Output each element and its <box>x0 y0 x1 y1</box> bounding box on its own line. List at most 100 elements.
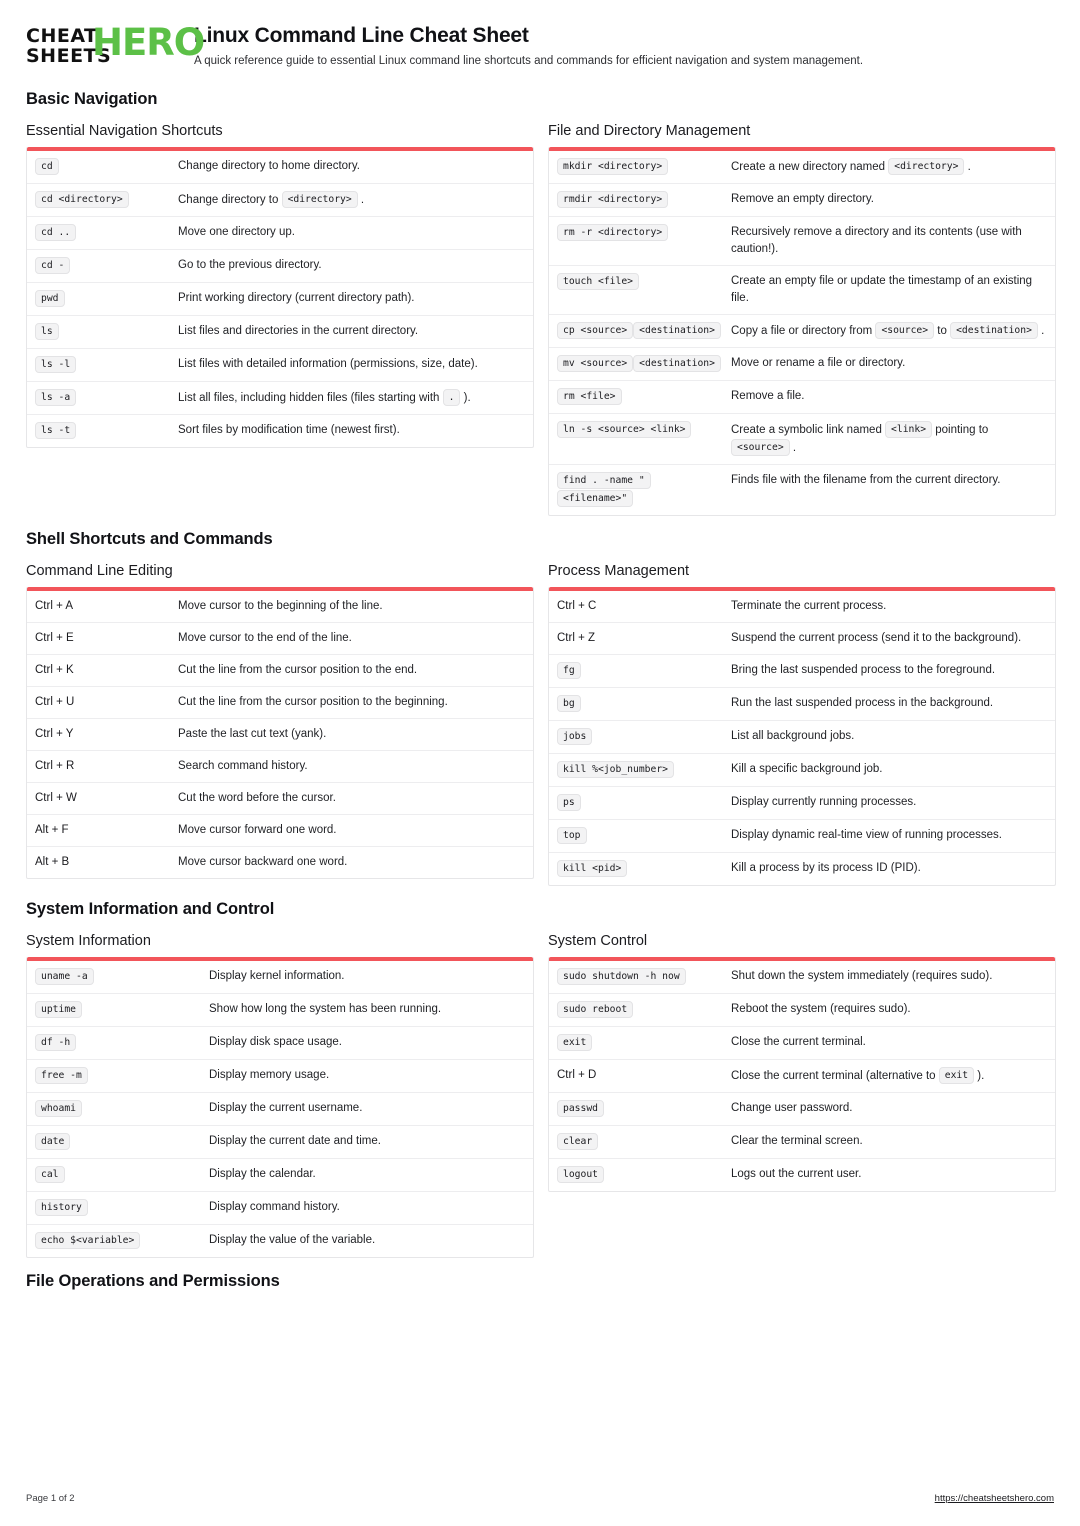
code-token: pwd <box>35 290 65 307</box>
text-run: Shut down the system immediately (requir… <box>731 970 993 982</box>
code-token: <destination> <box>633 322 721 339</box>
table-row: Ctrl + W Cut the word before the cursor. <box>27 783 533 815</box>
description-cell: Run the last suspended process in the ba… <box>731 695 1045 712</box>
text-run: Move cursor backward one word. <box>178 856 348 868</box>
text-run: List all background jobs. <box>731 730 855 742</box>
text-run: List files with detailed information (pe… <box>178 358 478 370</box>
table-row: kill %<job_number> Kill a specific backgr… <box>549 754 1055 787</box>
text-run: Display the current username. <box>209 1102 363 1114</box>
command-cell: cd - <box>35 257 178 275</box>
text-run: Display memory usage. <box>209 1069 330 1081</box>
code-token: <filename>" <box>557 490 634 507</box>
command-cell: ls <box>35 323 178 341</box>
code-token: cd - <box>35 257 71 274</box>
text-run: Ctrl + D <box>557 1069 597 1081</box>
table-row: top Display dynamic real-time view of run… <box>549 820 1055 853</box>
text-run: Kill a process by its process ID (PID). <box>731 862 921 874</box>
logo-hero-word: HERO <box>92 21 205 64</box>
text-run: Ctrl + R <box>35 760 75 772</box>
description-cell: Search command history. <box>178 758 523 775</box>
code-token: rmdir <directory> <box>557 191 669 208</box>
description-cell: Change directory to <directory> . <box>178 191 523 209</box>
code-token: sudo reboot <box>557 1001 634 1018</box>
description-cell: Display currently running processes. <box>731 794 1045 811</box>
description-cell: Cut the word before the cursor. <box>178 790 523 807</box>
text-run: Change user password. <box>731 1102 853 1114</box>
text-run: . <box>789 442 797 454</box>
text-run: Ctrl + W <box>35 792 77 804</box>
table-row: pwd Print working directory (current dire… <box>27 283 533 316</box>
section-columns: Essential Navigation Shortcuts cd Change d… <box>26 123 1056 516</box>
code-token: cd .. <box>35 224 77 241</box>
text-run: Ctrl + U <box>35 696 75 708</box>
description-cell: Suspend the current process (send it to … <box>731 630 1045 647</box>
code-token: jobs <box>557 728 593 745</box>
text-run: Reboot the system (requires sudo). <box>731 1003 911 1015</box>
table-row: Ctrl + K Cut the line from the cursor pos… <box>27 655 533 687</box>
description-cell: Change user password. <box>731 1100 1045 1117</box>
command-cell: cd <box>35 158 178 176</box>
site-url-link[interactable]: https://cheatsheetshero.com <box>935 1493 1054 1504</box>
table-row: fg Bring the last suspended process to th… <box>549 655 1055 688</box>
command-cell: top <box>557 827 731 845</box>
section-columns: System Information uname -a Display kernel… <box>26 933 1056 1258</box>
table-row: uname -a Display kernel information. <box>27 961 533 994</box>
code-token: bg <box>557 695 581 712</box>
command-cell: touch <file> <box>557 273 731 291</box>
command-cell: cd <directory> <box>35 191 178 209</box>
text-run: Go to the previous directory. <box>178 259 322 271</box>
table-row: clear Clear the terminal screen. <box>549 1126 1055 1159</box>
command-cell: Ctrl + U <box>35 694 178 711</box>
description-cell: Display disk space usage. <box>209 1034 523 1051</box>
text-run: Display currently running processes. <box>731 796 917 808</box>
text-run: Logs out the current user. <box>731 1168 862 1180</box>
text-run: Change directory to <box>178 194 282 206</box>
text-run: Display disk space usage. <box>209 1036 342 1048</box>
code-token: <source> <box>875 322 935 339</box>
table-row: history Display command history. <box>27 1192 533 1225</box>
command-cell: rmdir <directory> <box>557 191 731 209</box>
command-cell: Ctrl + D <box>557 1067 731 1084</box>
description-cell: Terminate the current process. <box>731 598 1045 615</box>
table-row: cd <directory> Change directory to <direc… <box>27 184 533 217</box>
code-token: <destination> <box>633 355 721 372</box>
text-run: Move cursor to the beginning of the line… <box>178 600 383 612</box>
command-cell: sudo shutdown -h now <box>557 968 731 986</box>
text-run: Display dynamic real-time view of runnin… <box>731 829 1002 841</box>
page-number: Page 1 of 2 <box>26 1493 75 1504</box>
text-run: Ctrl + C <box>557 600 597 612</box>
description-cell: Shut down the system immediately (requir… <box>731 968 1045 985</box>
table-row: ls -l List files with detailed informatio… <box>27 349 533 382</box>
table-row: ln -s <source> <link> Create a symbolic l… <box>549 414 1055 465</box>
description-cell: Display the current username. <box>209 1100 523 1117</box>
text-run: Paste the last cut text (yank). <box>178 728 327 740</box>
text-run: pointing to <box>932 424 989 436</box>
table-row: echo $<variable> Display the value of the… <box>27 1225 533 1257</box>
table-row: Ctrl + R Search command history. <box>27 751 533 783</box>
command-cell: ls -t <box>35 422 178 440</box>
table-row: rm -r <directory> Recursively remove a di… <box>549 217 1055 266</box>
table-row: rm <file> Remove a file. <box>549 381 1055 414</box>
code-token: ln -s <source> <link> <box>557 421 692 438</box>
section-heading: System Information and Control <box>26 900 275 918</box>
shortcut-table: uname -a Display kernel information. uptim… <box>26 957 534 1258</box>
command-cell: ps <box>557 794 731 812</box>
command-cell: clear <box>557 1133 731 1151</box>
table-row: exit Close the current terminal. <box>549 1027 1055 1060</box>
code-token: ls <box>35 323 59 340</box>
description-cell: Move or rename a file or directory. <box>731 355 1045 372</box>
page-subtitle: A quick reference guide to essential Lin… <box>194 55 864 67</box>
shortcut-table: cd Change directory to home directory. cd … <box>26 147 534 448</box>
description-cell: Kill a process by its process ID (PID). <box>731 860 1045 877</box>
table-title: Essential Navigation Shortcuts <box>26 123 223 139</box>
code-token: echo $<variable> <box>35 1232 141 1249</box>
code-token: cp <source> <box>557 322 634 339</box>
description-cell: Sort files by modification time (newest … <box>178 422 523 439</box>
text-run: Finds file with the filename from the cu… <box>731 474 1001 486</box>
code-token: logout <box>557 1166 604 1183</box>
table-row: kill <pid> Kill a process by its process … <box>549 853 1055 885</box>
command-cell: jobs <box>557 728 731 746</box>
text-run: List all files, including hidden files (… <box>178 392 443 404</box>
text-run: Ctrl + Z <box>557 632 596 644</box>
section-heading: Shell Shortcuts and Commands <box>26 530 273 548</box>
